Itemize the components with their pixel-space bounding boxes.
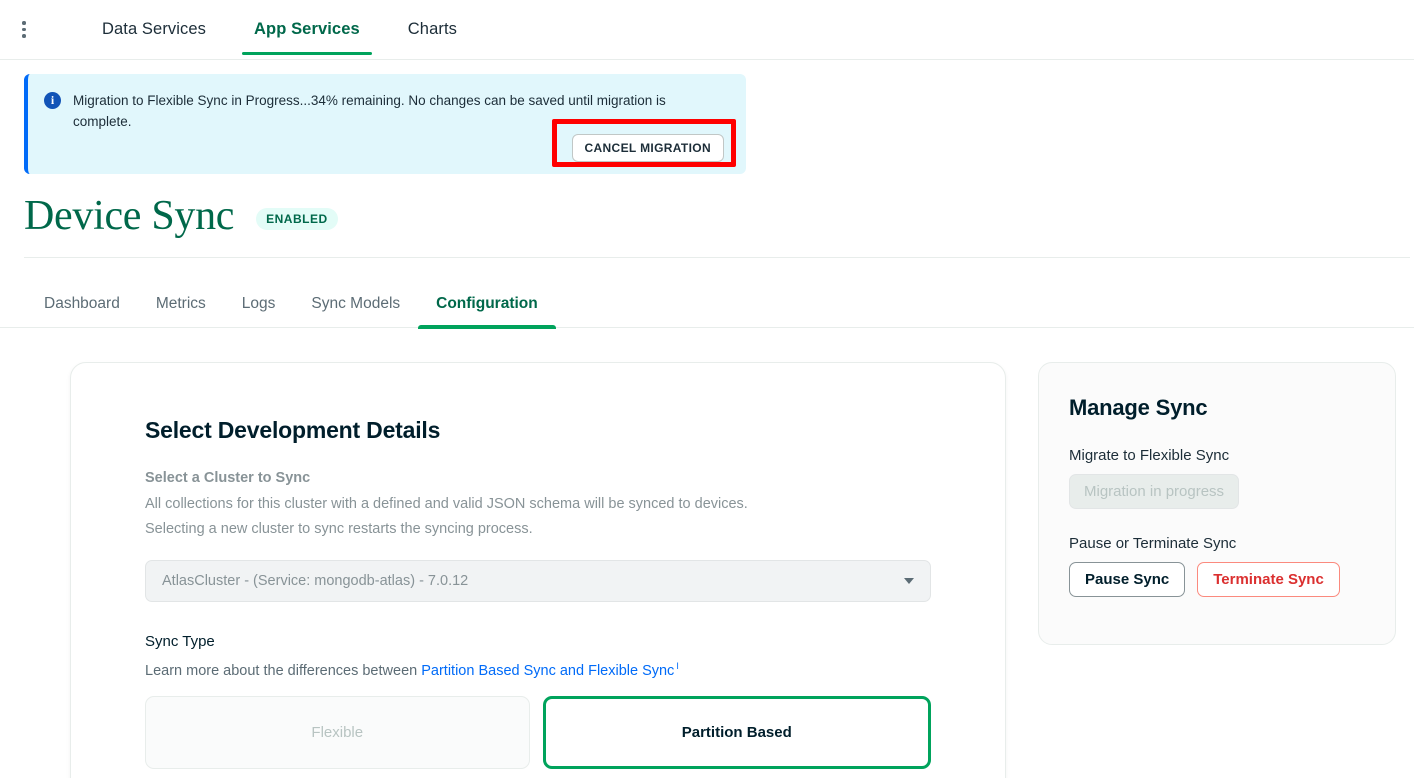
- kebab-dot: [22, 21, 26, 25]
- section-tabs: Dashboard Metrics Logs Sync Models Confi…: [0, 272, 1414, 328]
- tab-label: Logs: [242, 295, 276, 312]
- card-heading: Select Development Details: [145, 417, 931, 444]
- tab-label: Configuration: [436, 295, 538, 312]
- sync-type-learn-more: Learn more about the differences between…: [145, 655, 931, 682]
- terminate-sync-button[interactable]: Terminate Sync: [1197, 562, 1340, 597]
- cluster-description-line-2: Selecting a new cluster to sync restarts…: [145, 517, 931, 542]
- sync-type-options: Flexible Partition Based: [145, 696, 931, 769]
- top-nav-tab-label: App Services: [254, 20, 360, 39]
- migrate-label: Migrate to Flexible Sync: [1069, 447, 1365, 464]
- top-nav-tab-label: Data Services: [102, 20, 206, 39]
- top-nav-tab-data-services[interactable]: Data Services: [78, 0, 230, 59]
- sync-action-buttons: Pause Sync Terminate Sync: [1069, 562, 1365, 597]
- cluster-select[interactable]: AtlasCluster - (Service: mongodb-atlas) …: [145, 560, 931, 602]
- cancel-migration-button[interactable]: CANCEL MIGRATION: [572, 134, 725, 162]
- banner-actions: CANCEL MIGRATION: [73, 134, 730, 162]
- external-link-icon: Ι: [676, 655, 679, 677]
- cluster-field-label: Select a Cluster to Sync: [145, 470, 931, 486]
- learn-more-prefix: Learn more about the differences between: [145, 663, 421, 679]
- migration-in-progress-button: Migration in progress: [1069, 474, 1239, 509]
- page-header: Device Sync ENABLED: [0, 174, 1414, 240]
- top-nav-tab-label: Charts: [408, 20, 457, 39]
- cluster-select-value: AtlasCluster - (Service: mongodb-atlas) …: [162, 573, 468, 589]
- kebab-dot: [22, 28, 26, 32]
- sync-type-label: Sync Type: [145, 633, 931, 650]
- top-nav-tabs: Data Services App Services Charts: [48, 0, 481, 59]
- manage-sync-title: Manage Sync: [1069, 395, 1365, 421]
- tab-logs[interactable]: Logs: [224, 295, 294, 327]
- tab-label: Dashboard: [44, 295, 120, 312]
- chevron-down-icon: [904, 578, 914, 584]
- sync-type-option-label: Flexible: [311, 724, 363, 741]
- sync-type-option-partition-based[interactable]: Partition Based: [543, 696, 932, 769]
- cluster-description-line-1: All collections for this cluster with a …: [145, 492, 931, 517]
- kebab-menu-icon[interactable]: [0, 0, 48, 59]
- page-content: Select Development Details Select a Clus…: [0, 328, 1414, 778]
- top-nav-tab-app-services[interactable]: App Services: [230, 0, 384, 59]
- top-navigation-bar: Data Services App Services Charts: [0, 0, 1414, 60]
- sync-type-option-label: Partition Based: [682, 724, 792, 741]
- banner-container: i Migration to Flexible Sync in Progress…: [0, 60, 1414, 174]
- tab-dashboard[interactable]: Dashboard: [24, 295, 138, 327]
- page-title: Device Sync: [24, 192, 234, 240]
- development-details-card: Select Development Details Select a Clus…: [70, 362, 1006, 778]
- pause-sync-button[interactable]: Pause Sync: [1069, 562, 1185, 597]
- banner-body: Migration to Flexible Sync in Progress..…: [73, 90, 730, 162]
- sync-docs-link[interactable]: Partition Based Sync and Flexible Sync: [421, 663, 674, 679]
- pause-terminate-label: Pause or Terminate Sync: [1069, 535, 1365, 552]
- tab-configuration[interactable]: Configuration: [418, 295, 556, 327]
- kebab-dot: [22, 34, 26, 38]
- migration-progress-banner: i Migration to Flexible Sync in Progress…: [24, 74, 746, 174]
- status-badge: ENABLED: [256, 208, 338, 230]
- tab-label: Metrics: [156, 295, 206, 312]
- info-circle-icon: i: [44, 92, 61, 109]
- header-divider: [24, 257, 1410, 258]
- tab-metrics[interactable]: Metrics: [138, 295, 224, 327]
- sync-type-option-flexible[interactable]: Flexible: [145, 696, 530, 769]
- tab-sync-models[interactable]: Sync Models: [293, 295, 418, 327]
- banner-message: Migration to Flexible Sync in Progress..…: [73, 90, 713, 132]
- manage-sync-card: Manage Sync Migrate to Flexible Sync Mig…: [1038, 362, 1396, 645]
- tab-label: Sync Models: [311, 295, 400, 312]
- top-nav-tab-charts[interactable]: Charts: [384, 0, 481, 59]
